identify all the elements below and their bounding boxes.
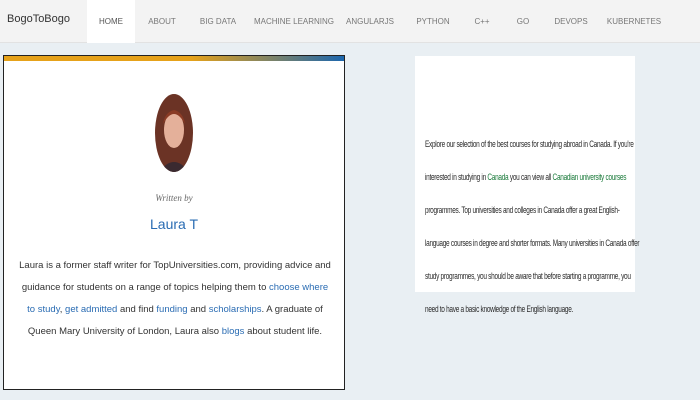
nav-cpp[interactable]: C++: [467, 0, 497, 43]
bio-text: and: [187, 304, 209, 315]
nav-devops[interactable]: DEVOPS: [549, 0, 593, 43]
author-name[interactable]: Laura T: [4, 216, 344, 232]
nav-about[interactable]: ABOUT: [140, 0, 184, 43]
get-admitted-link[interactable]: get admitted: [65, 304, 117, 315]
nav-python[interactable]: PYTHON: [412, 0, 454, 43]
blogs-link[interactable]: blogs: [222, 326, 245, 337]
bio-text: about student life.: [244, 326, 323, 337]
nav-go[interactable]: GO: [508, 0, 538, 43]
nav-kubernetes[interactable]: KUBERNETES: [604, 0, 664, 43]
nav-home[interactable]: HOME: [87, 0, 135, 43]
written-by-label: Written by: [155, 193, 193, 203]
canada-link[interactable]: Canada: [487, 172, 508, 182]
nav-angularjs[interactable]: ANGULARJS: [345, 0, 395, 43]
course-text: you can view all: [508, 172, 553, 182]
site-brand[interactable]: BogoToBogo: [7, 13, 70, 25]
author-bio: Laura is a former staff writer for TopUn…: [18, 255, 332, 343]
nav-big-data[interactable]: BIG DATA: [193, 0, 243, 43]
bio-text: and find: [117, 304, 157, 315]
course-text: programmes. Top universities and college…: [425, 205, 640, 314]
author-card: Written by Laura T Laura is a former sta…: [3, 55, 345, 390]
funding-link[interactable]: funding: [156, 304, 187, 315]
scholarships-link[interactable]: scholarships: [209, 304, 262, 315]
author-avatar: [155, 94, 193, 172]
course-description: Explore our selection of the best course…: [425, 128, 641, 326]
card-accent-bar: [4, 56, 344, 61]
top-navbar: BogoToBogo HOME ABOUT BIG DATA MACHINE L…: [0, 0, 700, 43]
courses-link[interactable]: Canadian university courses: [553, 172, 627, 182]
nav-machine-learning[interactable]: MACHINE LEARNING: [254, 0, 334, 43]
